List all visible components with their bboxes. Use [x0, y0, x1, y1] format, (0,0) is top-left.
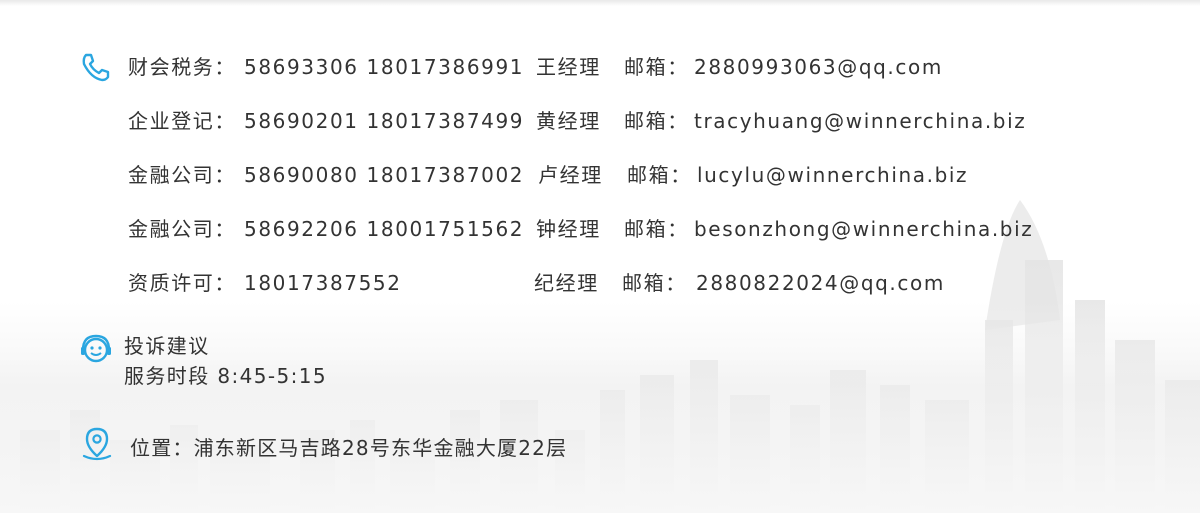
email-link[interactable]: 2880822024@qq.com [696, 268, 945, 298]
contact-manager: 纪经理 [534, 271, 599, 295]
contact-row: 金融公司： 58690080 18017387002 卢经理 邮箱： lucyl… [0, 160, 1200, 190]
smiley-icon [81, 334, 111, 363]
email-link[interactable]: tracyhuang@winnerchina.biz [694, 106, 1026, 136]
email-label: 邮箱： [624, 55, 689, 79]
contact-label: 资质许可： [128, 271, 236, 295]
email-link[interactable]: besonzhong@winnerchina.biz [694, 214, 1033, 244]
contact-manager: 钟经理 [536, 217, 601, 241]
email-link[interactable]: lucylu@winnerchina.biz [697, 160, 968, 190]
contact-numbers: 58692206 18001751562 [244, 217, 525, 241]
office-address: 位置：浦东新区马吉路28号东华金融大厦22层 [130, 436, 568, 460]
contact-label: 企业登记： [128, 109, 236, 133]
contact-label: 财会税务： [128, 55, 236, 79]
service-hours: 服务时段 8:45-5:15 [124, 364, 327, 388]
contact-numbers: 58690201 18017387499 [244, 109, 525, 133]
email-label: 邮箱： [624, 217, 689, 241]
contact-manager: 王经理 [536, 55, 601, 79]
contact-row: 财会税务： 58693306 18017386991 王经理 邮箱： 28809… [0, 52, 1200, 82]
email-label: 邮箱： [627, 163, 692, 187]
contact-label: 金融公司： [128, 163, 236, 187]
email-link[interactable]: 2880993063@qq.com [694, 52, 943, 82]
email-label: 邮箱： [622, 271, 687, 295]
complaint-title: 投诉建议 [124, 334, 210, 358]
location-pin-icon [82, 427, 112, 461]
contact-label: 金融公司： [128, 217, 236, 241]
email-label: 邮箱： [624, 109, 689, 133]
contact-row: 资质许可： 18017387552 纪经理 邮箱： 2880822024@qq.… [0, 268, 1200, 298]
contact-numbers: 58693306 18017386991 [244, 55, 525, 79]
contact-numbers: 18017387552 [244, 271, 402, 295]
contact-row: 企业登记： 58690201 18017387499 黄经理 邮箱： tracy… [0, 106, 1200, 136]
contact-manager: 黄经理 [536, 109, 601, 133]
contact-row: 金融公司： 58692206 18001751562 钟经理 邮箱： beson… [0, 214, 1200, 244]
contact-manager: 卢经理 [538, 163, 603, 187]
contact-panel: 财会税务： 58693306 18017386991 王经理 邮箱： 28809… [0, 0, 1200, 513]
contact-numbers: 58690080 18017387002 [244, 163, 525, 187]
